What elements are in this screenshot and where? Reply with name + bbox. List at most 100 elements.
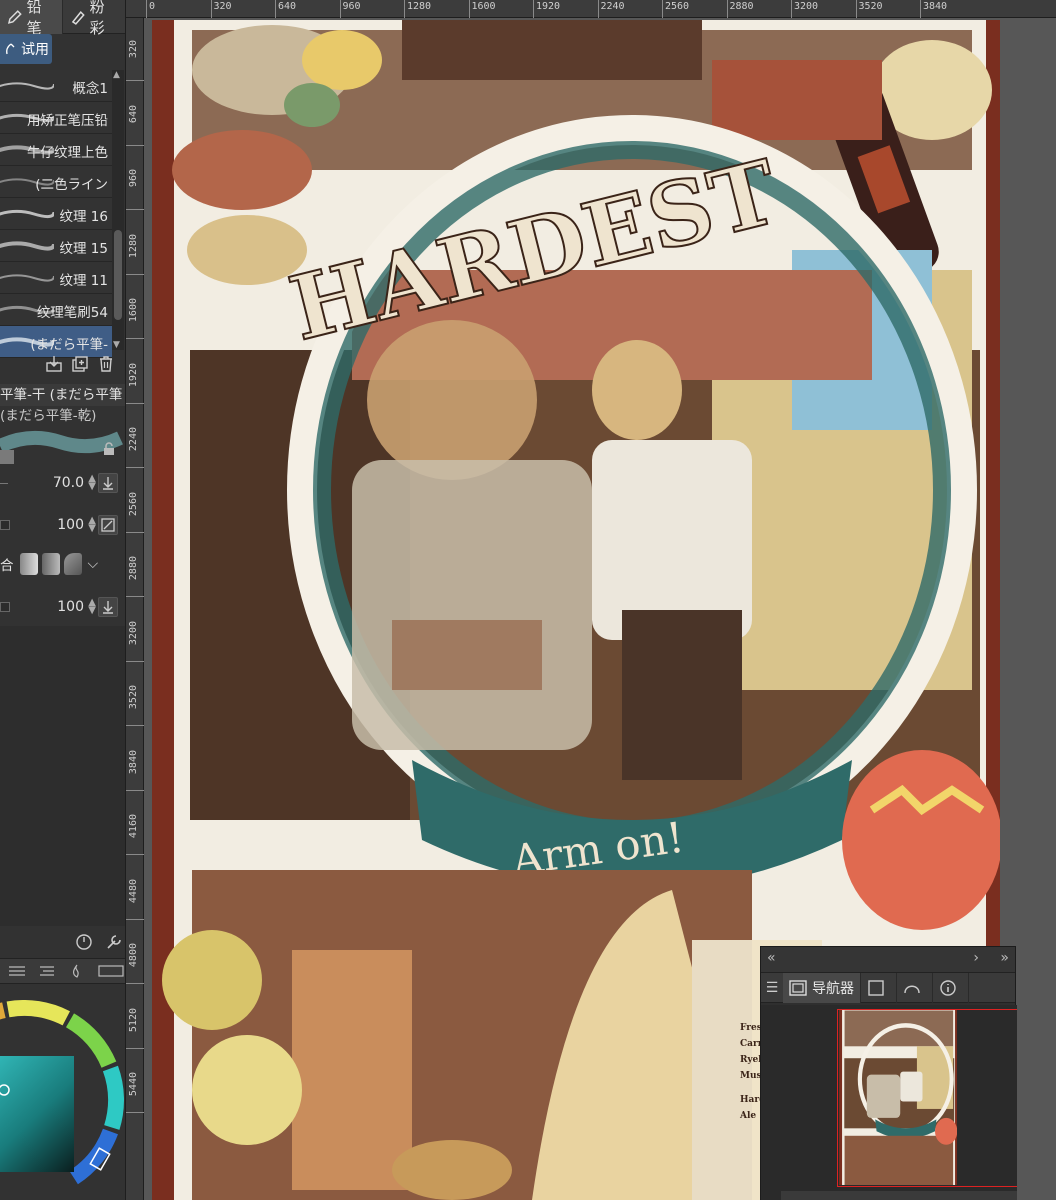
brush-stroke-preview <box>0 274 54 282</box>
ruler-tick <box>791 0 792 18</box>
menu-icon[interactable]: ☰ <box>761 980 783 996</box>
ruler-label: 3840 <box>128 749 139 774</box>
sliders-icon[interactable] <box>8 964 26 978</box>
color-panel-tabs <box>0 958 125 984</box>
ruler-tick <box>126 531 144 533</box>
ruler-tick <box>126 209 144 210</box>
brush-item-label: 概念1 <box>72 81 108 97</box>
brush-item-label: 牛仔纹理上色 <box>27 145 108 161</box>
brush-preview <box>0 428 125 464</box>
chevron-right-icon[interactable]: › <box>973 950 979 966</box>
ruler-label: 960 <box>128 169 139 188</box>
collapse-right-icon[interactable]: » <box>1000 950 1009 966</box>
ruler-tick <box>126 983 144 984</box>
ruler-tick <box>126 467 144 468</box>
tool-property-title: 平筆-干 (まだら平筆 <box>0 384 125 406</box>
opacity-spinner[interactable]: ▲ ▼ <box>88 516 96 534</box>
subtab-trial[interactable]: 试用 <box>0 34 52 64</box>
scroll-down-icon[interactable]: ▼ <box>113 340 120 350</box>
ruler-label: 4800 <box>128 943 139 968</box>
ruler-label: 2560 <box>128 491 139 516</box>
brush-list-actions <box>44 354 116 374</box>
ruler-label: 1280 <box>128 233 139 258</box>
collapse-left-icon[interactable]: « <box>767 950 776 966</box>
ruler-label: 1280 <box>407 1 432 12</box>
color-wheel[interactable] <box>0 1000 124 1200</box>
lock-icon[interactable] <box>102 442 116 456</box>
menu-line: Ale <box>739 1111 756 1121</box>
tab-pastel[interactable]: 粉彩 <box>63 0 125 37</box>
brush-item[interactable]: 纹理 11 <box>0 262 112 294</box>
navigator-view-frame[interactable] <box>837 1009 1017 1187</box>
tab-navigator[interactable]: 导航器 <box>783 972 861 1003</box>
wrench-icon[interactable] <box>104 932 124 952</box>
slash-icon <box>101 518 115 532</box>
brush-list-scrollbar[interactable]: ▲ ▼ <box>112 70 124 350</box>
clock-dial-icon[interactable] <box>74 932 94 952</box>
ruler-label: 4480 <box>128 878 139 903</box>
scroll-up-icon[interactable]: ▲ <box>113 70 120 80</box>
density-checkbox[interactable] <box>0 602 10 612</box>
ruler-label: 320 <box>213 1 232 12</box>
brush-item[interactable]: 纹理笔刷54 <box>0 294 112 326</box>
fire-icon[interactable] <box>68 964 86 978</box>
sub-tool-panel: 铅笔 粉彩 试用 概念1 用矫正笔压铅 牛仔纹理上色 (二色ライン纹理 16 纹理 15… <box>0 0 126 1200</box>
tool-property-subtitle: (まだら平筆-乾) <box>0 408 97 424</box>
density-value[interactable]: 100 <box>57 599 84 615</box>
brush-item-label: (まだら平筆- <box>30 337 108 353</box>
tool-property-panel: 平筆-干 (まだら平筆 (まだら平筆-乾) <box>0 384 125 464</box>
opacity-checkbox[interactable] <box>0 520 10 530</box>
sub-tool-tabs: 铅笔 粉彩 <box>0 0 125 37</box>
chevron-down-icon[interactable]: ⌵ <box>88 556 99 572</box>
scroll-thumb[interactable] <box>114 230 122 320</box>
brush-item[interactable]: 纹理 16 <box>0 198 112 230</box>
brush-stroke-preview <box>0 241 54 251</box>
ruler-tick <box>210 0 212 18</box>
brush-item[interactable]: 概念1 <box>0 70 112 102</box>
brush-size-pressure-button[interactable] <box>98 473 118 493</box>
tab-pencil[interactable]: 铅笔 <box>0 0 63 37</box>
blend-label: 合 <box>0 558 14 574</box>
brush-item-label: 用矫正笔压铅 <box>27 113 108 129</box>
blend-option-1[interactable] <box>19 553 38 575</box>
ruler-label: 2240 <box>600 1 625 12</box>
brush-item[interactable]: (二色ライン <box>0 166 112 198</box>
ruler-label: 0 <box>149 1 156 12</box>
duplicate-icon[interactable] <box>70 354 90 374</box>
info-icon <box>940 979 956 996</box>
navigator-panel: « › » ☰ 导航器 <box>760 946 1017 1200</box>
navigator-preview-area[interactable] <box>761 1005 1017 1200</box>
import-icon[interactable] <box>44 354 64 374</box>
ruler-label: 3840 <box>923 1 948 12</box>
opacity-value[interactable]: 100 <box>57 517 84 533</box>
layer-icon[interactable] <box>38 964 56 978</box>
brush-item[interactable]: 牛仔纹理上色 <box>0 134 112 166</box>
ruler-label: 3520 <box>128 685 139 710</box>
navigator-zoom-bar[interactable] <box>781 1191 1017 1200</box>
tab-sub-view[interactable] <box>861 972 897 1003</box>
ruler-label: 2560 <box>665 1 690 12</box>
blend-option-2[interactable] <box>41 553 60 575</box>
brush-size-value[interactable]: 70.0 <box>53 475 84 491</box>
tab-info[interactable] <box>933 972 969 1003</box>
ruler-tick <box>920 0 921 18</box>
blend-option-3[interactable] <box>63 553 82 575</box>
brush-item[interactable]: 用矫正笔压铅 <box>0 102 112 134</box>
opacity-settings-button[interactable] <box>98 515 118 535</box>
navigator-tabs: ☰ 导航器 <box>761 972 1015 1003</box>
brush-size-spinner[interactable]: ▲ ▼ <box>88 474 96 492</box>
ruler-label: 1920 <box>536 1 561 12</box>
brush-stroke-preview <box>0 82 54 90</box>
brush-item[interactable]: 纹理 15 <box>0 230 112 262</box>
ruler-label: 4160 <box>128 814 139 839</box>
ruler-label: 960 <box>342 1 361 12</box>
film-icon[interactable] <box>98 964 124 978</box>
brush-item-label: 纹理 16 <box>59 209 108 225</box>
trash-icon[interactable] <box>96 354 116 374</box>
ruler-horizontal[interactable]: 0 320 640 960 1280 1600 1920 2240 2560 2880 3200 35… <box>126 0 1056 18</box>
tab-material[interactable] <box>897 972 933 1003</box>
density-spinner[interactable]: ▲ ▼ <box>88 598 96 616</box>
ruler-tick <box>662 0 663 18</box>
ruler-vertical[interactable]: 320 640 960 1280 1600 1920 2240 2560 2880 3200 352… <box>126 18 144 1200</box>
density-pressure-button[interactable] <box>98 597 118 617</box>
